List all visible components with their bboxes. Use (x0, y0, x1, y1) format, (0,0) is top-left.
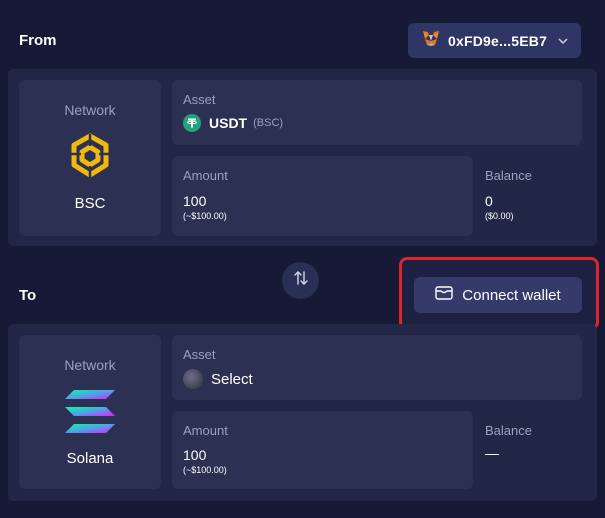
bnb-icon (67, 132, 113, 185)
from-asset-chain: (BSC) (253, 117, 284, 129)
placeholder-token-icon (183, 369, 203, 389)
chevron-down-icon (557, 34, 569, 52)
from-balance-label: Balance (485, 168, 532, 183)
to-balance: Balance — (475, 411, 582, 489)
from-balance-value: 0 (485, 193, 493, 209)
to-network-selector[interactable]: Network Solana (19, 335, 161, 489)
from-asset-selector[interactable]: Asset USDT (BSC) (172, 80, 582, 145)
connect-wallet-button[interactable]: Connect wallet (414, 277, 582, 313)
from-amount-value[interactable]: 100 (183, 193, 206, 209)
to-label: To (19, 287, 37, 304)
to-balance-label: Balance (485, 423, 532, 438)
to-amount-value: 100 (183, 447, 207, 463)
wallet-address-button[interactable]: 0xFD9e...5EB7 (408, 23, 581, 58)
wallet-address: 0xFD9e...5EB7 (448, 32, 548, 49)
from-balance: Balance 0 ($0.00) (475, 156, 582, 236)
swap-direction-button[interactable] (282, 262, 319, 299)
to-amount-field[interactable]: Amount 100 (~$100.00) (172, 411, 473, 489)
from-amount-label: Amount (183, 168, 228, 183)
tether-icon (183, 114, 201, 132)
from-asset-symbol: USDT (209, 115, 248, 131)
solana-icon (65, 389, 115, 440)
to-amount-usd: (~$100.00) (183, 465, 227, 475)
to-asset-label: Asset (183, 347, 216, 362)
to-network-label: Network (64, 357, 116, 373)
to-asset-selector[interactable]: Asset Select (172, 335, 582, 400)
metamask-icon (422, 30, 440, 52)
from-network-selector[interactable]: Network BSC (19, 80, 161, 236)
from-amount-field[interactable]: Amount 100 (~$100.00) (172, 156, 473, 236)
from-asset-label: Asset (183, 92, 216, 107)
to-balance-value: — (485, 445, 499, 461)
to-amount-label: Amount (183, 423, 228, 438)
from-balance-usd: ($0.00) (485, 211, 514, 221)
to-asset-value: Select (211, 370, 253, 388)
to-network-name: Solana (66, 450, 114, 467)
from-label: From (19, 32, 57, 49)
from-amount-usd: (~$100.00) (183, 211, 227, 221)
connect-wallet-label: Connect wallet (462, 286, 561, 304)
from-network-name: BSC (74, 195, 106, 212)
from-network-label: Network (64, 102, 116, 118)
swap-arrows-icon (293, 270, 309, 291)
wallet-icon (435, 285, 462, 305)
